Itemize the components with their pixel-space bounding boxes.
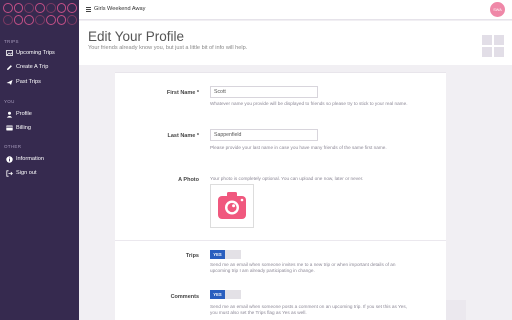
logo-circles <box>3 3 78 27</box>
last-name-field[interactable] <box>210 129 318 141</box>
last-name-label: Last Name * <box>167 133 200 139</box>
comments-label: Comments <box>170 294 199 300</box>
section-label-you: YOU <box>4 99 15 104</box>
sidebar-item-label: Sign out <box>16 170 37 176</box>
sidebar-item-label: Information <box>16 156 44 162</box>
profile-form-card: First Name * Whatever name you provide w… <box>115 72 446 320</box>
trips-help: Send me an email when someone invites me… <box>210 262 396 274</box>
menu-icon[interactable] <box>86 7 91 12</box>
comments-toggle[interactable]: YES <box>210 290 241 299</box>
sidebar-item-label: Billing <box>16 125 31 131</box>
sidebar-item-create-a-trip[interactable]: Create A Trip <box>0 61 79 73</box>
signout-icon <box>5 169 13 177</box>
info-icon <box>5 155 13 163</box>
photo-help: Your photo is completely optional. You c… <box>210 176 364 181</box>
pencil-icon <box>5 63 13 71</box>
card-icon <box>5 124 13 132</box>
sidebar-item-label: Upcoming Trips <box>16 50 55 56</box>
sidebar-item-label: Profile <box>16 111 32 117</box>
sidebar-item-upcoming-trips[interactable]: Upcoming Trips <box>0 47 79 59</box>
top-bar: Girls Weekend Away SWA <box>79 0 512 20</box>
toggle-yes: YES <box>210 290 225 299</box>
plane-icon <box>5 78 13 86</box>
photo-upload[interactable] <box>210 184 254 228</box>
photo-icon <box>5 49 13 57</box>
sidebar-item-past-trips[interactable]: Past Trips <box>0 76 79 88</box>
toggle-yes: YES <box>210 250 225 259</box>
section-label-other: OTHER <box>4 144 22 149</box>
sidebar-item-profile[interactable]: Profile <box>0 108 79 120</box>
first-name-field[interactable] <box>210 86 318 98</box>
user-icon <box>5 110 13 118</box>
page-title: Edit Your Profile <box>88 29 185 44</box>
section-label-trips: TRIPS <box>4 39 19 44</box>
sidebar: TRIPS Upcoming Trips Create A Trip Past … <box>0 0 79 320</box>
grid-icon <box>482 35 504 57</box>
sidebar-item-billing[interactable]: Billing <box>0 122 79 134</box>
last-name-help: Please provide your last name in case yo… <box>210 145 387 150</box>
trips-toggle[interactable]: YES <box>210 250 241 259</box>
toggle-off-area <box>225 290 241 299</box>
page-header: Edit Your Profile Your friends already k… <box>79 21 512 65</box>
sidebar-item-label: Create A Trip <box>16 64 49 70</box>
first-name-label: First Name * <box>166 90 199 96</box>
page-subtitle: Your friends already know you, but just … <box>88 45 248 51</box>
divider <box>115 240 446 241</box>
sidebar-item-information[interactable]: Information <box>0 153 79 165</box>
app-title: Girls Weekend Away <box>94 5 146 12</box>
sidebar-item-label: Past Trips <box>16 79 41 85</box>
sidebar-item-sign-out[interactable]: Sign out <box>0 167 79 179</box>
first-name-help: Whatever name you provide will be displa… <box>210 101 408 106</box>
scroll-widget <box>446 300 466 320</box>
photo-label: A Photo <box>178 177 199 183</box>
avatar[interactable]: SWA <box>490 2 505 17</box>
toggle-off-area <box>225 250 241 259</box>
trips-label: Trips <box>185 253 199 259</box>
comments-help: Send me an email when someone posts a co… <box>210 304 407 316</box>
camera-icon <box>218 192 246 219</box>
